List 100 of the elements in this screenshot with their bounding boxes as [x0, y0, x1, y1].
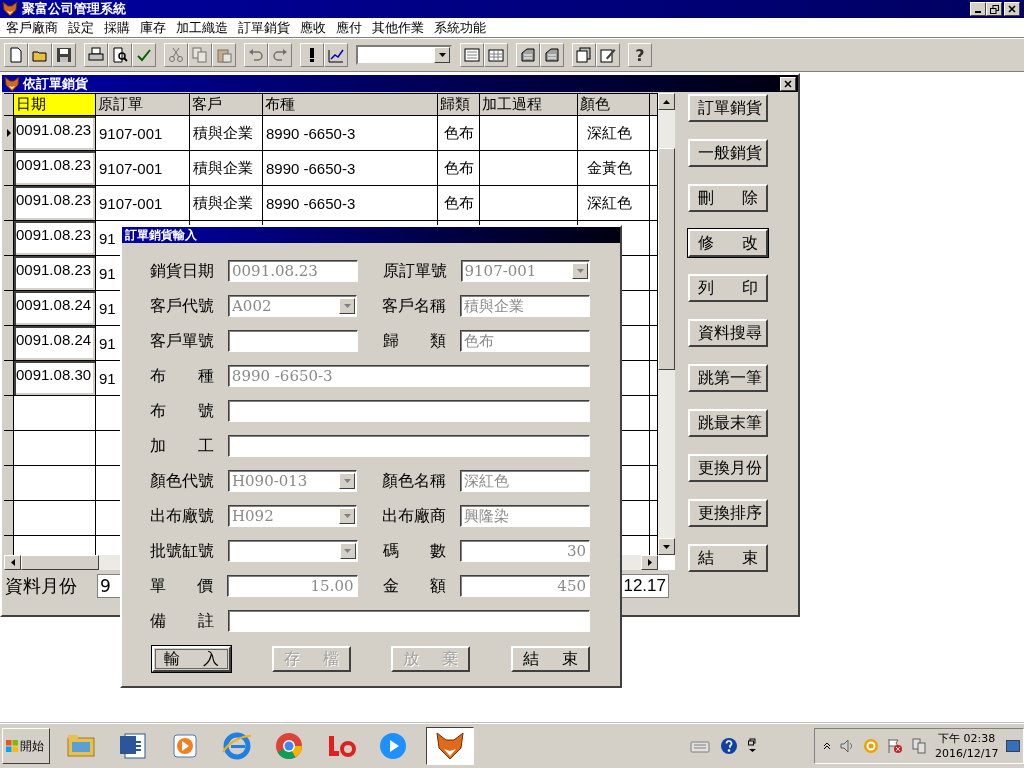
row-header[interactable] — [4, 186, 14, 221]
row-header[interactable] — [4, 326, 14, 361]
scroll-down-icon[interactable] — [663, 544, 670, 549]
help-button[interactable]: ? — [628, 43, 652, 67]
field-label: 顏色代號 — [150, 470, 214, 492]
menu-item[interactable]: 加工織造 — [172, 18, 234, 37]
column-header[interactable] — [650, 94, 658, 116]
field-label: 加 工 — [150, 435, 214, 457]
dropdown-button[interactable] — [434, 47, 450, 63]
menu-item[interactable]: 採購 — [100, 18, 136, 37]
menu-item[interactable]: 客戶廠商 — [2, 18, 64, 37]
scroll-thumb[interactable] — [21, 555, 99, 570]
scroll-thumb[interactable] — [658, 148, 675, 370]
speaker-icon[interactable] — [839, 738, 855, 754]
row-header[interactable] — [4, 151, 14, 186]
table-cell: 0091.08.24 — [14, 326, 96, 361]
row-header[interactable] — [4, 431, 14, 466]
table-cell: 8990 -6650-3 — [263, 151, 438, 186]
toolbar-combo-box[interactable] — [356, 45, 452, 65]
scroll-button[interactable] — [4, 555, 21, 570]
row-header[interactable] — [4, 291, 14, 326]
action-button[interactable]: 跳第一筆 — [688, 364, 768, 392]
help-icon[interactable] — [720, 737, 738, 755]
menu-item[interactable]: 訂單銷貨 — [234, 18, 296, 37]
close-button[interactable] — [1004, 2, 1020, 16]
close-icon[interactable] — [784, 79, 792, 88]
column-header[interactable]: 加工過程 — [480, 94, 578, 116]
action-button[interactable]: 更換排序 — [688, 499, 768, 527]
row-header[interactable] — [4, 116, 14, 151]
scroll-left-icon[interactable] — [10, 559, 15, 566]
close-icon[interactable] — [1008, 5, 1016, 13]
input-field[interactable] — [227, 610, 590, 632]
flag-icon[interactable] — [887, 738, 903, 754]
table-cell: 深紅色 — [578, 186, 650, 221]
action-button[interactable]: 列 印 — [688, 274, 768, 302]
close-button[interactable] — [780, 76, 796, 91]
field-label: 布 號 — [150, 400, 214, 422]
column-header[interactable]: 布種 — [263, 94, 438, 116]
table-cell: 0091.08.23 — [14, 151, 96, 186]
table-cell: 0091.08.23 — [14, 221, 96, 256]
field-label: 原訂單號 — [382, 260, 447, 282]
caret-up-icon[interactable] — [823, 742, 831, 750]
column-header[interactable]: 日期 — [14, 94, 96, 116]
start-button[interactable]: 開始 — [2, 728, 50, 764]
show-desktop-icon[interactable] — [1006, 740, 1021, 752]
column-header[interactable]: 顏色 — [578, 94, 650, 116]
restore-icon[interactable] — [748, 738, 758, 754]
vertical-scrollbar[interactable] — [658, 93, 675, 555]
row-header[interactable] — [4, 501, 14, 536]
menu-item[interactable]: 其他作業 — [368, 18, 430, 37]
column-header[interactable]: 歸類 — [438, 94, 480, 116]
scrollbar-corner — [658, 555, 675, 570]
network-icon[interactable] — [911, 738, 927, 754]
action-button[interactable]: 資料搜尋 — [688, 319, 768, 347]
dropdown-arrow-icon[interactable] — [438, 53, 446, 57]
scroll-right-icon[interactable] — [647, 559, 652, 566]
menu-item[interactable]: 應付 — [332, 18, 368, 37]
column-header[interactable]: 客戶 — [190, 94, 263, 116]
action-button[interactable]: 刪 除 — [688, 184, 768, 212]
input-field[interactable] — [228, 330, 358, 352]
scroll-button[interactable] — [658, 93, 675, 110]
table-cell: 金黃色 — [578, 151, 650, 186]
scroll-button[interactable] — [658, 538, 675, 555]
scroll-up-icon[interactable] — [663, 99, 670, 104]
taskbar-button[interactable] — [426, 727, 474, 765]
action-button[interactable]: 跳最末筆 — [688, 409, 768, 437]
row-header[interactable] — [4, 466, 14, 501]
table-cell: 色布 — [438, 151, 480, 186]
field-label: 顏色名稱 — [382, 470, 447, 492]
row-header[interactable] — [4, 221, 14, 256]
menu-item[interactable]: 系統功能 — [430, 18, 492, 37]
row-header[interactable] — [4, 396, 14, 431]
scroll-button[interactable] — [641, 555, 658, 570]
menu-item[interactable]: 庫存 — [136, 18, 172, 37]
clock-date: 2016/12/17 — [935, 746, 999, 761]
table-cell: 0091.08.23 — [14, 116, 96, 151]
dialog-button[interactable]: 輸 入 — [152, 646, 231, 672]
action-button[interactable]: 一般銷貨 — [688, 139, 768, 167]
table-cell: 0091.08.24 — [14, 291, 96, 326]
action-button[interactable]: 結 束 — [688, 544, 768, 572]
fox-icon[interactable] — [434, 730, 466, 762]
action-button[interactable]: 修 改 — [688, 229, 768, 257]
minimize-button[interactable] — [970, 2, 986, 16]
action-button[interactable]: 訂單銷貨 — [688, 94, 768, 122]
field-label: 單 價 — [150, 575, 214, 597]
row-header[interactable] — [4, 256, 14, 291]
input-field[interactable] — [227, 400, 590, 422]
window-title: 聚富公司管理系統 — [22, 0, 127, 18]
field-label: 碼 數 — [382, 540, 447, 562]
action-button[interactable]: 更換月份 — [688, 454, 768, 482]
column-header[interactable]: 原訂單 — [96, 94, 190, 116]
dialog-button[interactable]: 結 束 — [510, 646, 590, 672]
field-label: 出布廠商 — [382, 505, 447, 527]
input-field[interactable] — [227, 435, 590, 457]
menu-item[interactable]: 應收 — [296, 18, 332, 37]
field-label: 歸 類 — [382, 330, 447, 352]
field-label: 金 額 — [382, 575, 446, 597]
row-header[interactable] — [4, 361, 14, 396]
menu-item[interactable]: 設定 — [64, 18, 100, 37]
table-cell: 9107-001 — [96, 186, 190, 221]
